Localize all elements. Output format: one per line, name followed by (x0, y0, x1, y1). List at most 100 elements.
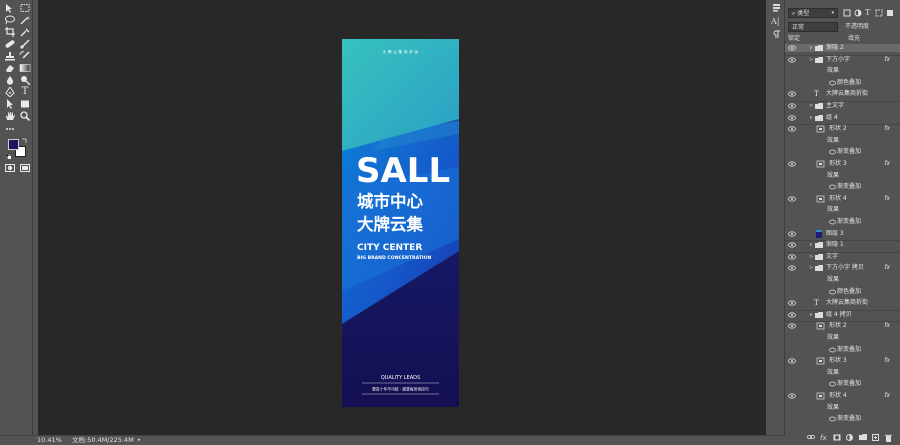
visibility-eye-icon[interactable] (788, 91, 796, 97)
layer-row[interactable]: 渐变叠加 (785, 346, 900, 354)
chevron-right-icon[interactable]: > (809, 253, 814, 261)
layer-row[interactable]: 形状 3 fx (785, 160, 900, 168)
visibility-eye-icon[interactable] (788, 312, 796, 318)
visibility-eye-icon[interactable] (788, 323, 796, 329)
document-canvas[interactable]: 大 牌 云 集 商 折 街 SALL 城市中心 大牌云集 CITY CENTER… (38, 0, 766, 435)
mask-icon[interactable] (833, 434, 842, 443)
layer-row[interactable]: 效果 (785, 276, 900, 284)
layer-filter-dropdown[interactable]: ⌕ 类型 ▾ (788, 8, 838, 18)
chevron-right-icon[interactable]: > (809, 264, 814, 272)
layer-row[interactable]: 效果 (785, 137, 900, 145)
layer-row[interactable]: > 主文字 (785, 102, 900, 110)
visibility-eye-icon[interactable] (788, 230, 796, 237)
foreground-color-swatch[interactable] (8, 139, 19, 150)
history-brush-tool-icon[interactable] (19, 51, 31, 61)
layer-row[interactable]: ∨ 组 4 拷贝 (785, 311, 900, 319)
new-layer-icon[interactable] (872, 434, 881, 443)
layer-row[interactable]: > 下方小字 拷贝 fx (785, 264, 900, 272)
swap-colors-icon[interactable] (22, 137, 28, 143)
brush-tool-icon[interactable] (19, 39, 31, 49)
blur-tool-icon[interactable] (4, 75, 16, 85)
fx-badge[interactable]: fx (884, 322, 890, 330)
link-icon[interactable] (807, 434, 816, 443)
history-panel-icon[interactable] (772, 3, 781, 12)
layers-list[interactable]: ∨ 渐隐 2 > 下方小字 fx 效果 颜色叠加 T 大牌云集商折街 > 主文字 ∨ 组 4 形状 2 fx… (785, 44, 900, 430)
trash-icon[interactable] (885, 434, 894, 443)
visibility-eye-icon[interactable] (788, 103, 796, 109)
layer-row[interactable]: 形状 4 fx (785, 392, 900, 400)
gradient-tool-icon[interactable] (19, 63, 31, 73)
folder-icon[interactable] (859, 434, 868, 443)
effect-eye-icon[interactable] (829, 346, 836, 355)
layer-row[interactable]: 效果 (785, 172, 900, 180)
chevron-down-icon[interactable]: ∨ (809, 241, 814, 249)
visibility-eye-icon[interactable] (788, 358, 796, 364)
chevron-down-icon[interactable]: ∨ (809, 114, 814, 122)
visibility-eye-icon[interactable] (788, 393, 796, 399)
effect-eye-icon[interactable] (829, 380, 836, 389)
layer-row[interactable]: 渐变叠加 (785, 183, 900, 191)
visibility-eye-icon[interactable] (788, 242, 796, 248)
filter-pixel-icon[interactable] (843, 9, 851, 17)
layer-row[interactable]: 渐变叠加 (785, 380, 900, 388)
layer-row[interactable]: 渐变叠加 (785, 218, 900, 226)
shape-tool-icon[interactable] (19, 99, 31, 109)
type-tool-icon[interactable]: T (19, 87, 31, 97)
healing-tool-icon[interactable] (4, 39, 16, 49)
zoom-level[interactable]: 10.41% (37, 436, 62, 445)
fx-badge[interactable]: fx (884, 195, 890, 203)
effect-eye-icon[interactable] (829, 79, 836, 88)
fx-icon[interactable]: fx (820, 434, 829, 443)
layer-row[interactable]: 效果 (785, 206, 900, 214)
effect-eye-icon[interactable] (829, 415, 836, 424)
layer-row[interactable]: T 大牌云集商折街 (785, 299, 900, 307)
eraser-tool-icon[interactable] (4, 63, 16, 73)
layer-row[interactable]: 颜色叠加 (785, 79, 900, 87)
adjustment-icon[interactable] (846, 434, 855, 443)
visibility-eye-icon[interactable] (788, 161, 796, 167)
visibility-eye-icon[interactable] (788, 254, 796, 260)
visibility-eye-icon[interactable] (788, 196, 796, 202)
zoom-tool-icon[interactable] (19, 111, 31, 121)
layer-row[interactable]: > 文字 (785, 253, 900, 261)
eyedropper-tool-icon[interactable] (19, 27, 31, 37)
fx-badge[interactable]: fx (884, 56, 890, 64)
blend-mode-dropdown[interactable]: 正常 (788, 22, 838, 32)
fx-badge[interactable]: fx (884, 357, 890, 365)
fx-badge[interactable]: fx (884, 125, 890, 133)
layer-row[interactable]: 形状 2 fx (785, 125, 900, 133)
character-panel-icon[interactable]: A| (771, 17, 782, 26)
layer-row[interactable]: 渐变叠加 (785, 415, 900, 423)
layer-row[interactable]: 效果 (785, 334, 900, 342)
layer-row[interactable]: ∨ 渐隐 1 (785, 241, 900, 249)
layer-row[interactable]: 效果 (785, 67, 900, 75)
more-tools-icon[interactable] (4, 124, 16, 134)
status-arrow-icon[interactable]: ▸ (138, 436, 141, 445)
filter-type-icon[interactable]: T (865, 8, 873, 17)
magic-wand-tool-icon[interactable] (19, 15, 31, 25)
layer-row[interactable]: 颜色叠加 (785, 288, 900, 296)
visibility-eye-icon[interactable] (788, 126, 796, 132)
layer-row[interactable]: 效果 (785, 404, 900, 412)
crop-tool-icon[interactable] (4, 27, 16, 37)
layer-row[interactable]: 图层 3 (785, 229, 900, 238)
quick-mask-icon[interactable] (4, 163, 16, 173)
layer-row[interactable]: ∨ 组 4 (785, 114, 900, 122)
effect-eye-icon[interactable] (829, 183, 836, 192)
visibility-eye-icon[interactable] (788, 56, 796, 63)
layer-row[interactable]: T 大牌云集商折街 (785, 90, 900, 98)
stamp-tool-icon[interactable] (4, 51, 16, 61)
default-colors-icon[interactable] (5, 153, 12, 160)
layer-row[interactable]: ∨ 渐隐 2 (785, 44, 900, 52)
opacity-field[interactable]: 不透明度 (845, 22, 897, 32)
move-tool-icon[interactable] (4, 3, 16, 13)
marquee-tool-icon[interactable] (19, 3, 31, 13)
layer-row[interactable]: 效果 (785, 369, 900, 377)
chevron-right-icon[interactable]: > (809, 56, 814, 64)
layer-row[interactable]: 形状 2 fx (785, 322, 900, 330)
fx-badge[interactable]: fx (884, 392, 890, 400)
layer-row[interactable]: 形状 3 fx (785, 357, 900, 365)
layer-row[interactable]: 形状 4 fx (785, 195, 900, 203)
effect-eye-icon[interactable] (829, 148, 836, 157)
chevron-down-icon[interactable]: ∨ (809, 44, 814, 52)
